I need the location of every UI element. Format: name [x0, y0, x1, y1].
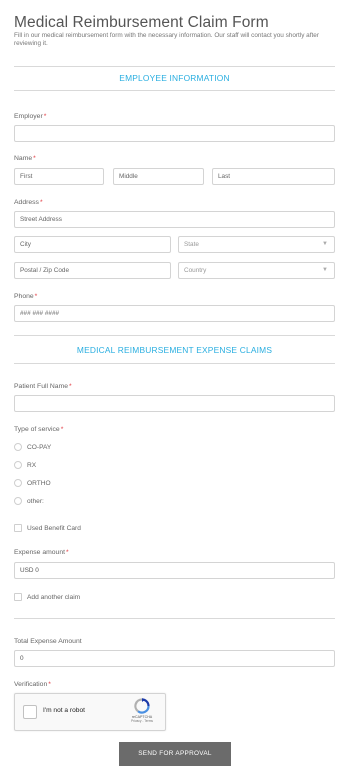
service-option-copay[interactable]: CO-PAY — [14, 443, 51, 451]
country-select-value: Country — [184, 267, 207, 274]
radio-button[interactable] — [14, 443, 22, 451]
send-for-approval-button[interactable]: SEND FOR APPROVAL — [119, 742, 231, 766]
add-claim-checkbox-row[interactable]: Add another claim — [14, 593, 80, 601]
radio-button[interactable] — [14, 479, 22, 487]
service-option-rx[interactable]: RX — [14, 461, 36, 469]
divider — [14, 90, 335, 91]
verification-label: Verification* — [14, 681, 51, 688]
phone-input[interactable]: ### ### #### — [14, 305, 335, 322]
recaptcha-checkbox[interactable] — [23, 705, 37, 719]
recaptcha-logo: reCAPTCHA Privacy - Terms — [127, 698, 157, 723]
radio-button[interactable] — [14, 461, 22, 469]
name-label: Name* — [14, 155, 36, 162]
recaptcha-icon — [134, 698, 150, 714]
first-name-input[interactable]: First — [14, 168, 104, 185]
recaptcha-text: I'm not a robot — [43, 707, 85, 714]
recaptcha-widget[interactable]: I'm not a robot reCAPTCHA Privacy - Term… — [14, 693, 166, 731]
total-amount-label: Total Expense Amount — [14, 638, 82, 645]
form-description: Fill in our medical reimbursement form w… — [14, 32, 319, 47]
divider — [14, 66, 335, 67]
recaptcha-terms-link[interactable]: Privacy - Terms — [127, 719, 157, 723]
patient-name-label: Patient Full Name* — [14, 383, 72, 390]
divider — [14, 335, 335, 336]
expense-amount-input[interactable]: USD 0 — [14, 562, 335, 579]
benefit-card-checkbox[interactable] — [14, 524, 22, 532]
state-select-value: State — [184, 241, 199, 248]
divider — [14, 618, 335, 619]
divider — [14, 363, 335, 364]
patient-name-input[interactable] — [14, 395, 335, 412]
chevron-down-icon: ▼ — [322, 267, 328, 273]
middle-name-input[interactable]: Middle — [113, 168, 204, 185]
postal-code-input[interactable]: Postal / Zip Code — [14, 262, 171, 279]
street-address-input[interactable]: Street Address — [14, 211, 335, 228]
benefit-card-checkbox-row[interactable]: Used Benefit Card — [14, 524, 81, 532]
section-title-expenses: MEDICAL REIMBURSEMENT EXPENSE CLAIMS — [76, 345, 273, 355]
employer-label: Employer* — [14, 113, 47, 120]
last-name-input[interactable]: Last — [212, 168, 335, 185]
add-claim-checkbox[interactable] — [14, 593, 22, 601]
claim-form: Medical Reimbursement Claim Form Fill in… — [0, 0, 350, 780]
employer-input[interactable] — [14, 125, 335, 142]
service-type-label: Type of service* — [14, 426, 64, 433]
city-input[interactable]: City — [14, 236, 171, 253]
service-option-other[interactable]: other: — [14, 497, 44, 505]
section-title-employee: EMPLOYEE INFORMATION — [119, 73, 230, 83]
expense-amount-label: Expense amount* — [14, 549, 69, 556]
total-amount-input[interactable]: 0 — [14, 650, 335, 667]
country-select[interactable]: Country ▼ — [178, 262, 335, 279]
page-title: Medical Reimbursement Claim Form — [14, 14, 269, 31]
chevron-down-icon: ▼ — [322, 241, 328, 247]
phone-label: Phone* — [14, 293, 38, 300]
address-label: Address* — [14, 199, 43, 206]
state-select[interactable]: State ▼ — [178, 236, 335, 253]
radio-button[interactable] — [14, 497, 22, 505]
service-option-ortho[interactable]: ORTHO — [14, 479, 51, 487]
